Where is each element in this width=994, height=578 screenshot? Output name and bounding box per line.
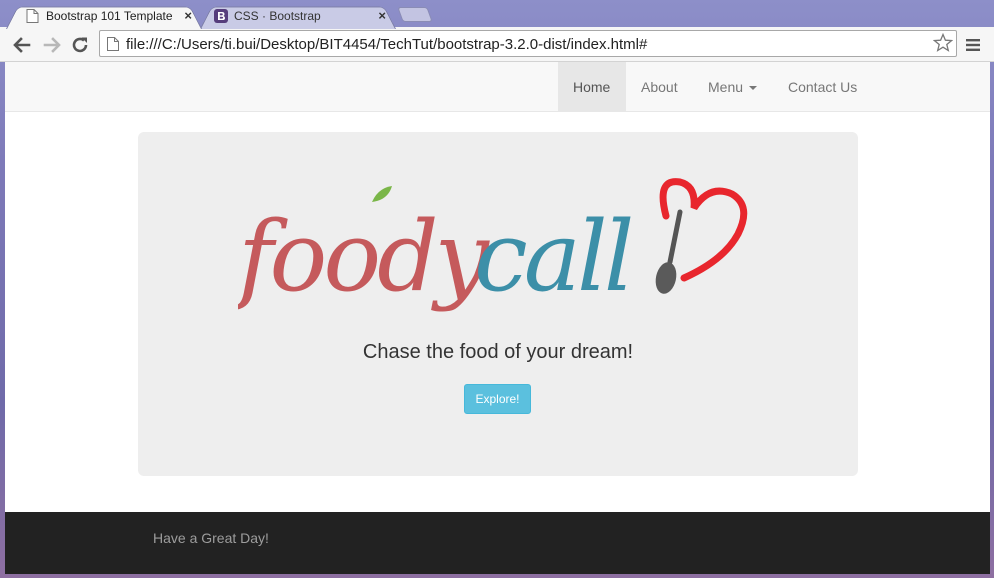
nav-label: About [641, 79, 678, 95]
nav-label: Contact Us [788, 79, 858, 95]
nav-home[interactable]: Home [558, 62, 626, 112]
web-page: Home About Menu Contact Us foody call Ch… [5, 62, 990, 574]
tab-css-bootstrap[interactable]: CSS · Bootstrap × [200, 3, 396, 29]
logo-text-foody: foody [238, 201, 491, 313]
close-tab-icon[interactable]: × [184, 8, 192, 23]
close-tab-icon[interactable]: × [378, 8, 386, 23]
browser-toolbar: file:///C:/Users/ti.bui/Desktop/BIT4454/… [0, 27, 994, 62]
reload-icon[interactable] [69, 34, 91, 56]
tab-title: Bootstrap 101 Template [46, 9, 173, 23]
back-arrow-icon[interactable] [11, 34, 33, 56]
page-icon [107, 37, 119, 51]
bootstrap-logo-icon [214, 9, 228, 23]
tab-title: CSS · Bootstrap [234, 9, 321, 23]
star-icon[interactable] [933, 33, 953, 53]
page-icon [26, 9, 39, 23]
spoon-icon [655, 209, 683, 294]
forward-arrow-icon[interactable] [41, 34, 63, 56]
caret-down-icon [749, 86, 758, 91]
navbar: Home About Menu Contact Us [5, 62, 990, 112]
hero-tagline: Chase the food of your dream! [362, 341, 634, 363]
footer-text: Have a Great Day! [153, 530, 269, 546]
tab-strip: Bootstrap 101 Template × CSS · Bootstrap… [0, 0, 994, 29]
address-bar[interactable]: file:///C:/Users/ti.bui/Desktop/BIT4454/… [99, 30, 957, 57]
footer: Have a Great Day! [5, 512, 990, 574]
tab-bootstrap-template[interactable]: Bootstrap 101 Template × [6, 3, 202, 29]
explore-button[interactable]: Explore! [464, 384, 531, 414]
leaf-icon [372, 186, 392, 202]
nav-about[interactable]: About [626, 62, 693, 112]
nav-contact-us[interactable]: Contact Us [773, 62, 872, 112]
hero-jumbotron: foody call Chase the food of your dream!… [138, 132, 858, 476]
new-tab-button[interactable] [397, 7, 433, 22]
nav-label: Home [573, 79, 611, 95]
logo-text-call: call [474, 201, 631, 313]
nav-label: Menu [708, 79, 744, 95]
nav-menu-dropdown[interactable]: Menu [693, 62, 772, 112]
url-text: file:///C:/Users/ti.bui/Desktop/BIT4454/… [126, 36, 648, 53]
hamburger-menu-icon[interactable] [966, 38, 980, 52]
foodycall-logo: foody call [238, 178, 748, 313]
